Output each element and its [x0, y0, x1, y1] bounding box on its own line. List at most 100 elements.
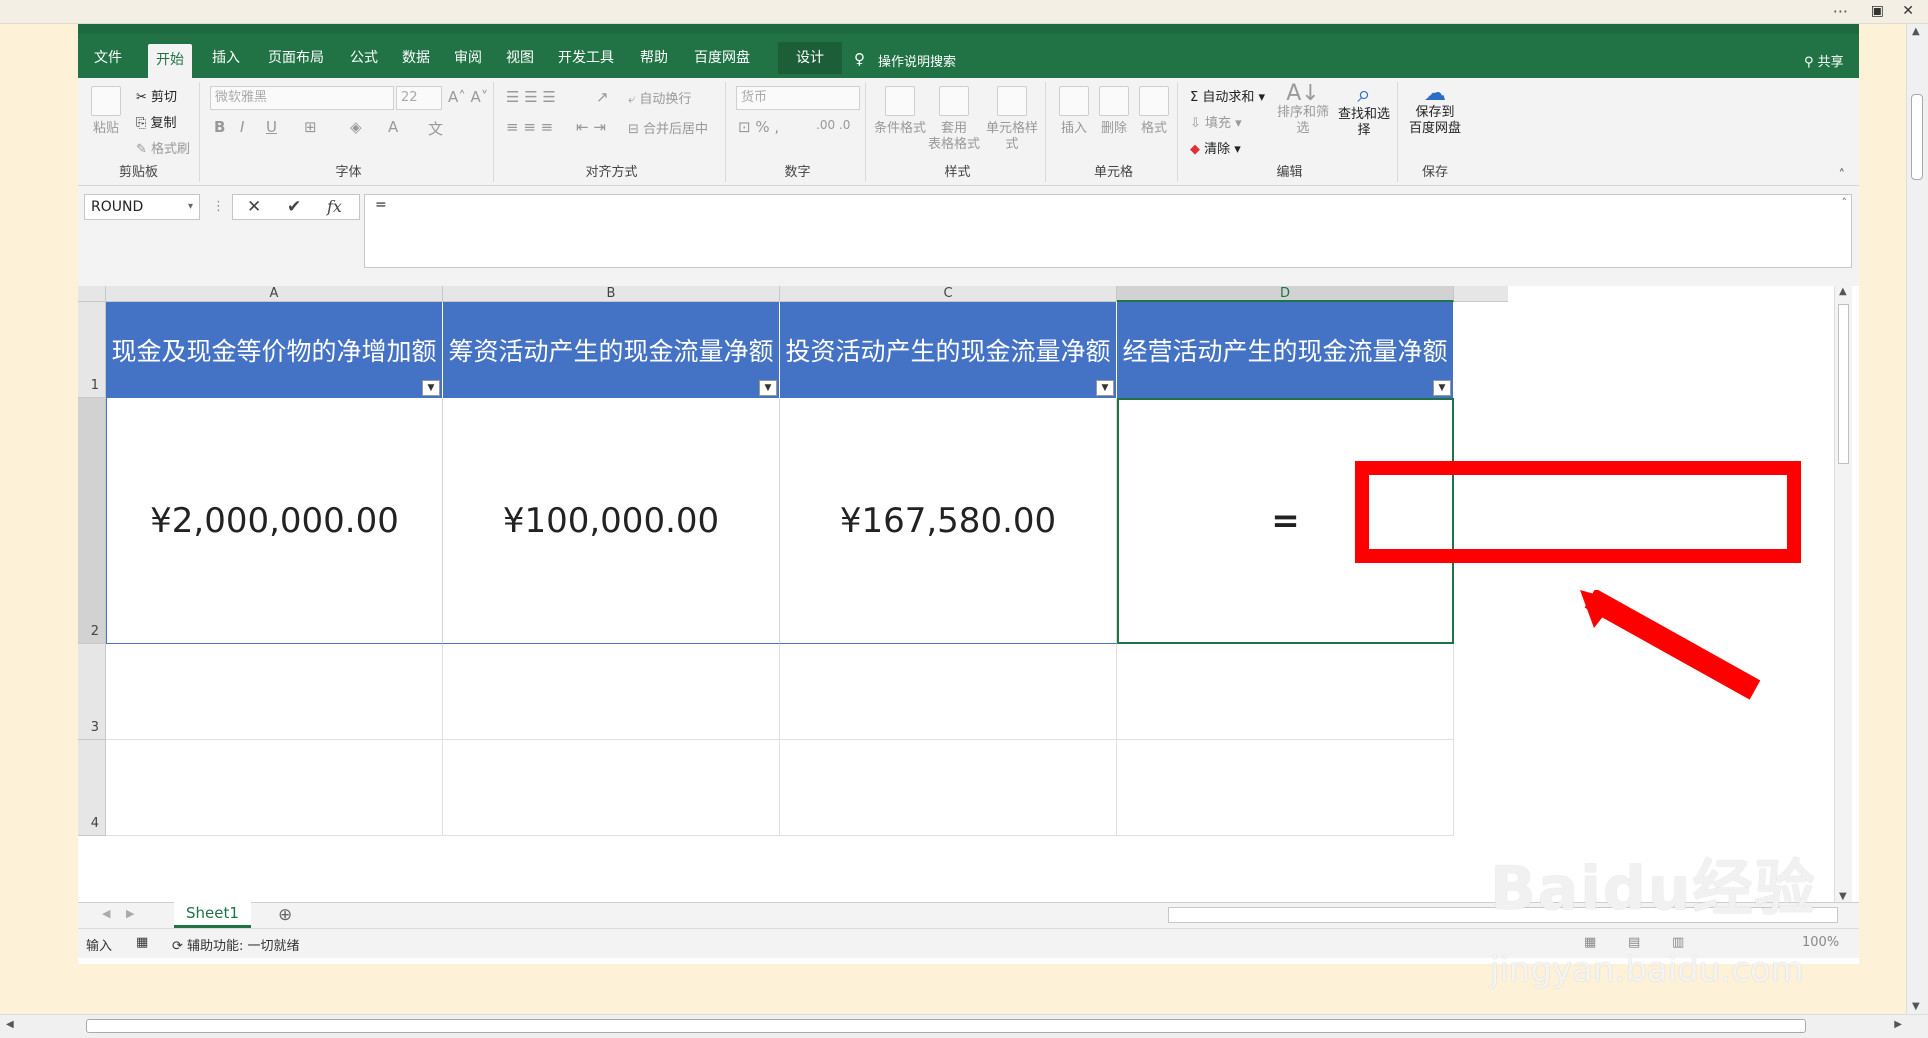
share-button[interactable]: ⚲ 共享 [1804, 51, 1844, 70]
italic-icon[interactable]: I [240, 118, 244, 136]
column-header-d[interactable]: D [1117, 286, 1454, 302]
filter-dropdown-icon[interactable]: ▼ [1096, 380, 1114, 396]
vertical-scrollbar[interactable]: ▲ ▼ [1834, 286, 1852, 902]
format-cells-button[interactable]: 格式 [1134, 86, 1174, 137]
fill-color-icon[interactable]: ◈ [350, 118, 362, 136]
name-box[interactable]: ROUND ▾ [84, 194, 200, 220]
next-sheet-icon[interactable]: ▶ [126, 907, 134, 920]
decimal-icon[interactable]: .00 .0 [816, 118, 850, 132]
cell-a2[interactable]: ¥2,000,000.00 [106, 398, 443, 644]
tab-developer[interactable]: 开发工具 [550, 42, 622, 74]
tell-me-search[interactable]: 操作说明搜索 [878, 51, 956, 70]
header-cell-d1[interactable]: 经营活动产生的现金流量净额 ▼ [1117, 302, 1454, 398]
macro-record-icon[interactable]: ▦ [136, 935, 148, 950]
row-header-1[interactable]: 1 [78, 302, 106, 398]
tab-review[interactable]: 审阅 [446, 42, 490, 74]
cell-d3[interactable] [1117, 644, 1454, 740]
insert-function-icon[interactable]: fx [327, 197, 342, 216]
scroll-up-icon[interactable]: ▲ [1839, 286, 1847, 297]
tab-data[interactable]: 数据 [394, 42, 438, 74]
select-all-corner[interactable] [78, 286, 106, 302]
column-header-c[interactable]: C [780, 286, 1117, 302]
host-scroll-up-icon[interactable]: ▲ [1912, 26, 1920, 37]
find-select-button[interactable]: ⌕ 查找和选择 [1332, 82, 1396, 139]
host-scroll-down-icon[interactable]: ▼ [1912, 1001, 1920, 1012]
cell-a4[interactable] [106, 740, 443, 836]
conditional-format-button[interactable]: 条件格式 [872, 86, 928, 137]
tab-insert[interactable]: 插入 [204, 42, 248, 74]
tab-file[interactable]: 文件 [86, 42, 130, 74]
merge-center-button[interactable]: ⊟ 合并后居中 [628, 118, 708, 137]
host-scroll-right-icon[interactable]: ▶ [1894, 1019, 1902, 1030]
column-header-a[interactable]: A [106, 286, 443, 302]
host-horizontal-scrollbar[interactable]: ◀ ▶ [0, 1014, 1928, 1038]
restore-icon[interactable]: ▣ [1871, 3, 1884, 19]
sort-filter-button[interactable]: A↓ 排序和筛选 [1272, 83, 1334, 137]
number-format-select[interactable]: 货币 [736, 86, 860, 110]
formula-input[interactable]: = [364, 194, 1852, 268]
underline-icon[interactable]: U [266, 118, 277, 136]
cell-c2[interactable]: ¥167,580.00 [780, 398, 1117, 644]
phonetic-icon[interactable]: 文 [428, 118, 443, 139]
tab-design[interactable]: 设计 [778, 42, 842, 74]
add-sheet-icon[interactable]: ⊕ [278, 905, 292, 925]
border-icon[interactable]: ⊞ [304, 118, 317, 136]
indent-icon[interactable]: ⇤ ⇥ [576, 118, 606, 136]
cell-styles-button[interactable]: 单元格样式 [980, 86, 1044, 153]
left-align-icon[interactable]: ≡ ≡ ≡ [506, 118, 553, 136]
cell-d4[interactable] [1117, 740, 1454, 836]
tab-home[interactable]: 开始 [148, 44, 192, 78]
filter-dropdown-icon[interactable]: ▼ [1433, 380, 1451, 396]
fill-button[interactable]: ⇩ 填充 ▾ [1190, 112, 1242, 131]
tab-page-layout[interactable]: 页面布局 [260, 42, 332, 74]
cell-a3[interactable] [106, 644, 443, 740]
accounting-icon[interactable]: ⊡ % , [738, 118, 779, 136]
accessibility-status[interactable]: ⟳ 辅助功能: 一切就绪 [172, 935, 300, 954]
host-vertical-scrollbar[interactable]: ▲ ▼ [1906, 24, 1928, 1014]
font-size-select[interactable]: 22 [396, 86, 442, 110]
format-painter-button[interactable]: ✎ 格式刷 [136, 138, 190, 157]
host-scroll-left-icon[interactable]: ◀ [6, 1019, 14, 1030]
enter-icon[interactable]: ✔ [287, 197, 301, 217]
tab-baidu-netdisk[interactable]: 百度网盘 [686, 42, 758, 74]
row-header-4[interactable]: 4 [78, 740, 106, 836]
cancel-icon[interactable]: ✕ [247, 197, 261, 217]
save-to-netdisk-button[interactable]: ☁ 保存到 百度网盘 [1404, 83, 1466, 137]
cell-b4[interactable] [443, 740, 780, 836]
sheet-tab-sheet1[interactable]: Sheet1 [174, 902, 251, 928]
collapse-ribbon-icon[interactable]: ˄ [1839, 168, 1846, 183]
copy-button[interactable]: ⎘ 复制 [136, 112, 177, 131]
host-scroll-thumb[interactable] [1911, 94, 1923, 180]
orientation-icon[interactable]: ↗ [596, 88, 609, 106]
grow-font-icon[interactable]: A˄ A˅ [448, 88, 488, 106]
column-header-b[interactable]: B [443, 286, 780, 302]
cell-b2[interactable]: ¥100,000.00 [443, 398, 780, 644]
insert-cells-button[interactable]: 插入 [1054, 86, 1094, 137]
host-hscroll-thumb[interactable] [86, 1019, 1806, 1033]
header-cell-a1[interactable]: 现金及现金等价物的净增加额 ▼ [106, 302, 443, 398]
row-header-3[interactable]: 3 [78, 644, 106, 740]
cell-c4[interactable] [780, 740, 1117, 836]
clear-button[interactable]: ◆ 清除 ▾ [1190, 138, 1241, 157]
wrap-text-button[interactable]: ⤶ 自动换行 [628, 88, 691, 107]
cell-c3[interactable] [780, 644, 1117, 740]
header-cell-b1[interactable]: 筹资活动产生的现金流量净额 ▼ [443, 302, 780, 398]
expand-formula-icon[interactable]: ˄ [1842, 196, 1848, 209]
tab-view[interactable]: 视图 [498, 42, 542, 74]
filter-dropdown-icon[interactable]: ▼ [422, 380, 440, 396]
tab-formulas[interactable]: 公式 [342, 42, 386, 74]
more-icon[interactable]: ··· [1833, 2, 1848, 21]
close-icon[interactable]: ✕ [1902, 3, 1914, 19]
font-color-icon[interactable]: A [388, 118, 398, 136]
filter-dropdown-icon[interactable]: ▼ [759, 380, 777, 396]
delete-cells-button[interactable]: 删除 [1094, 86, 1134, 137]
cell-b3[interactable] [443, 644, 780, 740]
header-cell-c1[interactable]: 投资活动产生的现金流量净额 ▼ [780, 302, 1117, 398]
cut-button[interactable]: ✂ 剪切 [136, 86, 177, 105]
paste-button[interactable]: 粘贴 [88, 86, 124, 137]
top-align-icon[interactable]: ☰ ☰ ☰ [506, 88, 556, 106]
row-header-2[interactable]: 2 [78, 398, 106, 644]
scroll-thumb[interactable] [1838, 304, 1849, 464]
tab-help[interactable]: 帮助 [632, 42, 676, 74]
autosum-button[interactable]: Σ 自动求和 ▾ [1190, 86, 1265, 105]
